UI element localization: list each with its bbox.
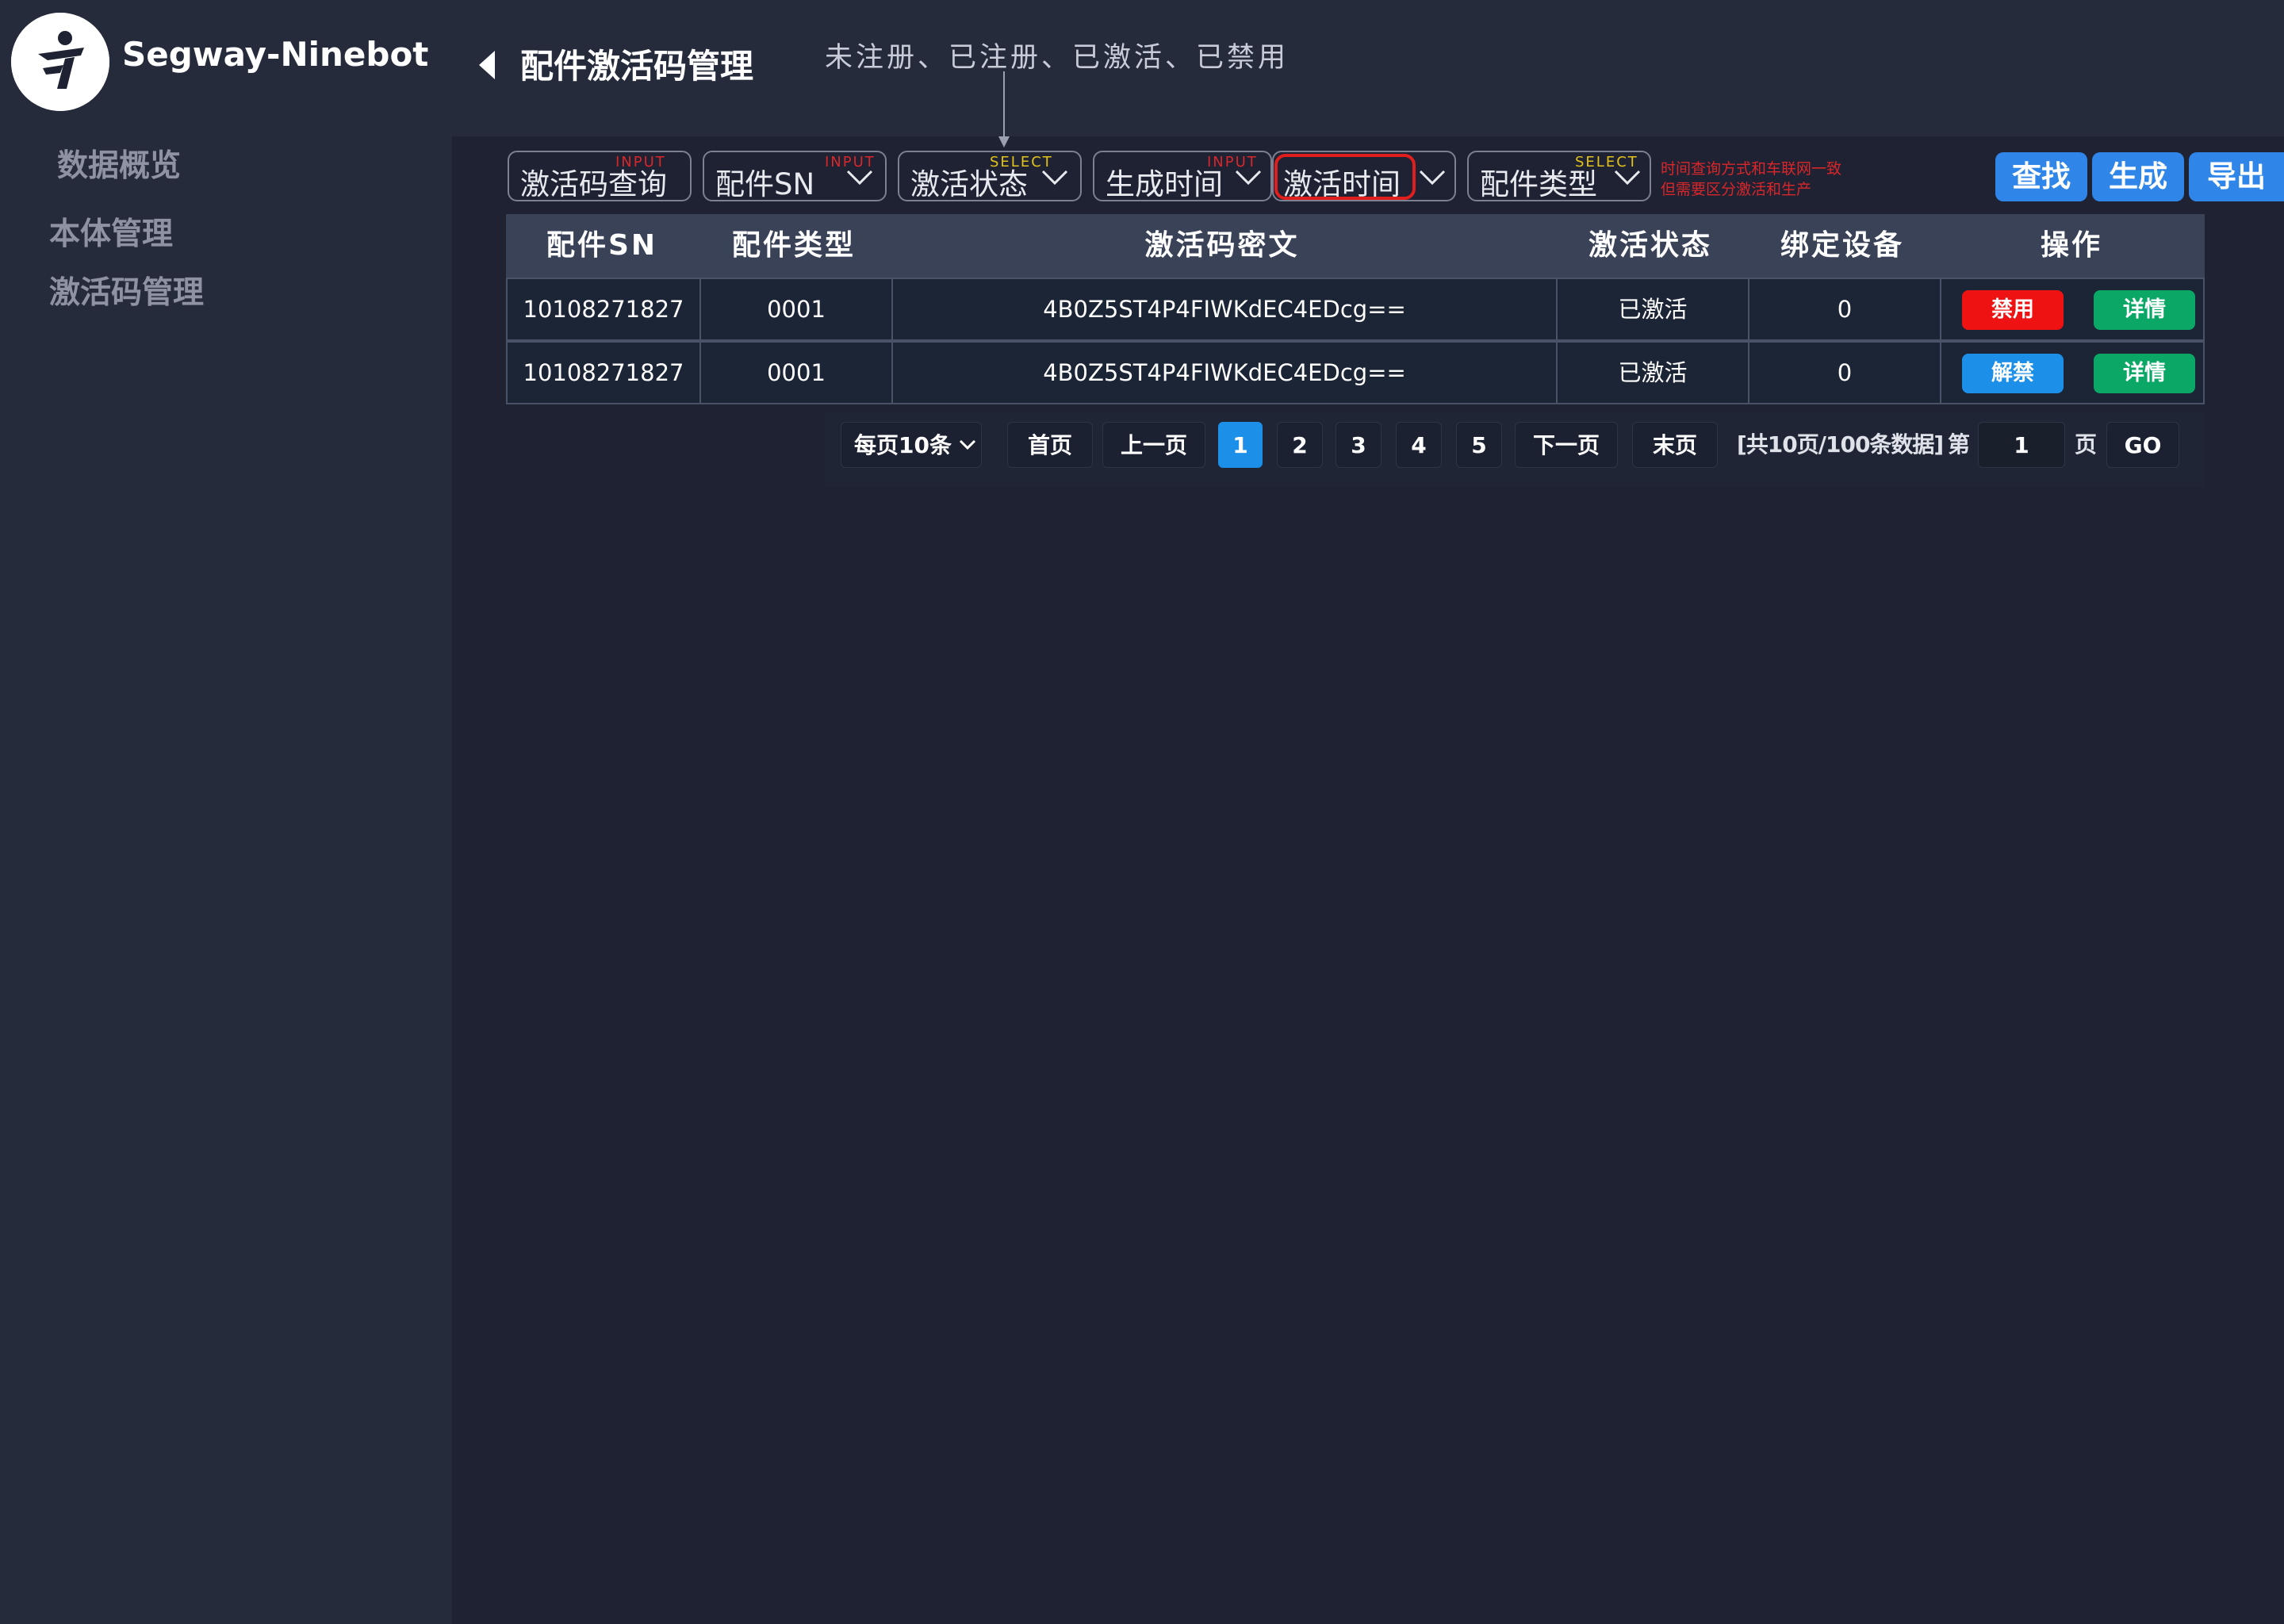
chevron-down-icon (959, 439, 976, 450)
filter-label: 激活时间 (1283, 167, 1401, 201)
column-header-type: 配件类型 (731, 229, 856, 262)
filter-label: 配件SN (715, 167, 815, 201)
generate-button[interactable]: 生成 (2092, 152, 2184, 201)
filter-activation-status[interactable]: 激活状态 SELECT (898, 151, 1082, 201)
cell-device: 0 (1748, 343, 1940, 403)
cell-operation: 禁用 详情 (1940, 279, 2205, 339)
filter-generate-time[interactable]: 生成时间 INPUT (1093, 151, 1272, 201)
page-button-5[interactable]: 5 (1456, 422, 1502, 468)
sidebar (0, 136, 452, 1624)
sidebar-item-body-management[interactable]: 本体管理 (49, 209, 173, 254)
status-annotation: 未注册、已注册、已激活、已禁用 (825, 42, 1290, 74)
segway-logo[interactable] (11, 13, 109, 111)
filter-part-sn[interactable]: 配件SN INPUT (703, 151, 887, 201)
details-button[interactable]: 详情 (2094, 354, 2195, 393)
next-page-button[interactable]: 下一页 (1515, 422, 1618, 468)
page-button-3[interactable]: 3 (1336, 422, 1382, 468)
page-size-label: 每页10条 (854, 432, 952, 458)
cell-status: 已激活 (1556, 343, 1748, 403)
details-button[interactable]: 详情 (2094, 290, 2195, 330)
page-title: 配件激活码管理 (520, 47, 754, 86)
annotation-arrow-icon (998, 71, 1010, 147)
brand-name: Segway-Ninebot (122, 35, 429, 74)
filter-activation-time[interactable]: 激活时间 (1272, 151, 1456, 201)
page-size-select[interactable]: 每页10条 (841, 422, 982, 468)
cell-sn: 10108271827 (523, 296, 684, 323)
cell-type: 0001 (699, 343, 891, 403)
filter-part-type[interactable]: 配件类型 SELECT (1467, 151, 1651, 201)
sidebar-item-activation-code[interactable]: 激活码管理 (49, 268, 204, 312)
page-button-2[interactable]: 2 (1277, 422, 1323, 468)
chevron-down-icon (846, 170, 873, 186)
filter-label: 生成时间 (1106, 167, 1223, 201)
sidebar-item-data-overview[interactable]: 数据概览 (57, 141, 181, 186)
table-header: 配件SN 配件类型 激活码密文 激活状态 绑定设备 操作 (506, 214, 2205, 278)
column-header-device: 绑定设备 (1780, 229, 1904, 262)
pagination-summary: [共10页/100条数据] (1737, 431, 1944, 458)
go-button[interactable]: GO (2106, 422, 2179, 468)
page-button-4[interactable]: 4 (1396, 422, 1442, 468)
chevron-down-icon (1614, 170, 1641, 186)
chevron-down-icon (1041, 170, 1068, 186)
column-header-status: 激活状态 (1588, 229, 1712, 262)
last-page-button[interactable]: 末页 (1632, 422, 1718, 468)
cell-status: 已激活 (1556, 279, 1748, 339)
note-line: 但需要区分激活和生产 (1661, 181, 1812, 198)
time-query-note: 时间查询方式和车联网一致 但需要区分激活和生产 (1661, 159, 1841, 200)
search-button[interactable]: 查找 (1995, 152, 2087, 201)
column-header-cipher: 激活码密文 (1144, 229, 1300, 262)
column-header-operation: 操作 (2040, 229, 2102, 262)
first-page-button[interactable]: 首页 (1007, 422, 1093, 468)
chevron-down-icon (1419, 170, 1446, 186)
export-button[interactable]: 导出 (2189, 152, 2284, 201)
jump-prefix: 第 (1948, 431, 1971, 458)
page-jump-input[interactable]: 1 (1978, 422, 2065, 468)
cell-device: 0 (1748, 279, 1940, 339)
segway-logo-icon (11, 13, 109, 111)
cell-cipher: 4B0Z5ST4P4FIWKdEC4EDcg== (891, 279, 1556, 339)
disable-button[interactable]: 禁用 (1962, 290, 2064, 330)
pagination: 每页10条 首页 上一页 1 2 3 4 5 下一页 末页 [共10页/100条… (825, 412, 2205, 487)
prev-page-button[interactable]: 上一页 (1102, 422, 1205, 468)
note-line: 时间查询方式和车联网一致 (1661, 160, 1842, 178)
page-button-1[interactable]: 1 (1218, 422, 1263, 468)
chevron-down-icon (1235, 170, 1262, 186)
filter-tag: INPUT (615, 154, 666, 170)
enable-button[interactable]: 解禁 (1962, 354, 2064, 393)
column-header-sn: 配件SN (546, 229, 658, 262)
table-row: 10108271827 0001 4B0Z5ST4P4FIWKdEC4EDcg=… (506, 278, 2205, 341)
cell-sn: 10108271827 (523, 359, 684, 386)
cell-operation: 解禁 详情 (1940, 343, 2205, 403)
filter-activation-code[interactable]: 激活码查询 INPUT (508, 151, 692, 201)
cell-cipher: 4B0Z5ST4P4FIWKdEC4EDcg== (891, 343, 1556, 403)
jump-suffix: 页 (2075, 431, 2098, 458)
table-row: 10108271827 0001 4B0Z5ST4P4FIWKdEC4EDcg=… (506, 341, 2205, 404)
back-arrow-icon[interactable] (476, 49, 498, 81)
cell-type: 0001 (699, 279, 891, 339)
